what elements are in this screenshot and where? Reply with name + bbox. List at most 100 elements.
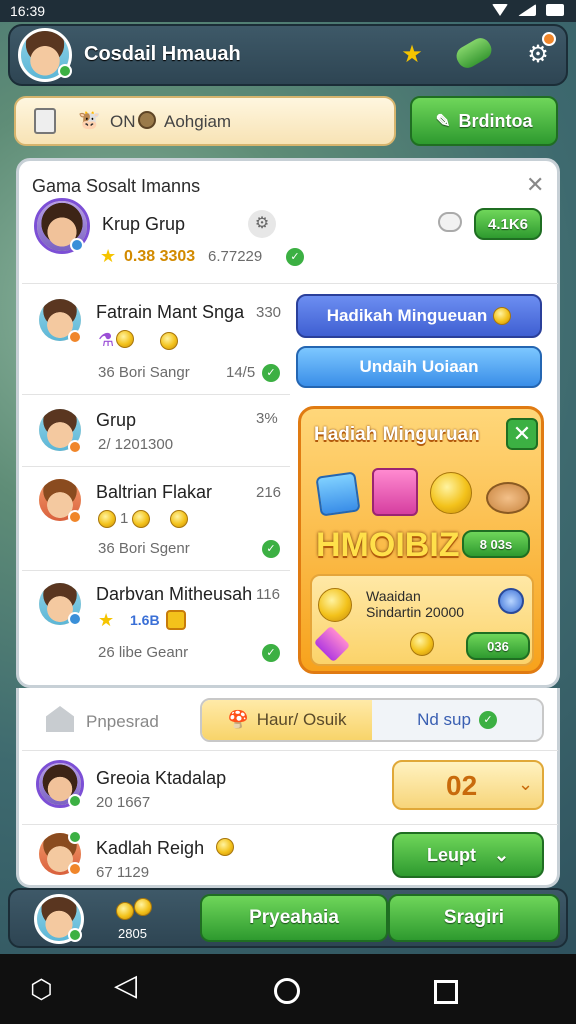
app-title: Cosdail Hmauah [84, 43, 241, 65]
search-bar[interactable]: 🐮 ON Aohgiam [14, 96, 396, 146]
coin-icon [138, 111, 156, 129]
gift-box-icon [372, 468, 418, 516]
footer-bar: 2805 Pryeahaia Sragiri [8, 888, 568, 948]
promo-big-text: HMOIBIZ [316, 526, 460, 564]
divider [22, 750, 558, 751]
row-badge [68, 510, 82, 524]
brdintoa-label: Brdintoa [458, 110, 533, 131]
coin-icon [98, 510, 116, 528]
verified-icon: ✓ [262, 644, 280, 662]
notification-badge [542, 32, 556, 46]
divider [22, 283, 558, 284]
tab-left-label: Haur/ Osuik [256, 710, 347, 729]
group-stats: 0.38 3303 [124, 248, 196, 265]
list-name: Greoia Ktadalap [96, 768, 227, 788]
search-input[interactable]: Aohgiam [164, 112, 231, 132]
weekly-reward-label: Hadikah Mingueuan [326, 306, 488, 325]
footer-button-1[interactable]: Pryeahaia [200, 894, 388, 942]
app-switch-icon[interactable]: ⬡ [30, 974, 53, 1005]
promo-pill-2[interactable]: 036 [466, 632, 530, 660]
close-icon[interactable]: ✕ [506, 418, 538, 450]
tab-left[interactable]: 🍄 Haur/ Osuik [202, 700, 372, 740]
brdintoa-button[interactable]: ✎ Brdintoa [410, 96, 558, 146]
row-badge [68, 440, 82, 454]
row-badge-text: 1.6B [130, 612, 160, 628]
row-name: Baltrian Flakar [96, 482, 213, 502]
tab-bar: 🍄 Haur/ Osuik Nd sup ✓ [200, 698, 544, 742]
online-badge [68, 928, 82, 942]
promo-pill[interactable]: 8 03s [462, 530, 530, 558]
star-icon: ★ [98, 610, 115, 630]
star-icon: ★ [100, 246, 117, 266]
gift-box-icon [315, 471, 361, 517]
status-bar: 16:39 [0, 0, 576, 22]
ticket-icon[interactable] [452, 34, 496, 72]
row-count: 216 [256, 484, 282, 501]
footer-button-2[interactable]: Sragiri [388, 894, 560, 942]
coin-icon [116, 330, 134, 348]
cow-icon: 🐮 [78, 110, 101, 130]
leupt-label: Leupt [426, 844, 476, 865]
row-badge [68, 330, 82, 344]
row-name: Grup [96, 410, 137, 430]
row-count: 330 [256, 304, 282, 321]
potion-icon: ⚗ [98, 330, 115, 350]
row-sub: 36 Bori Sangr [98, 364, 190, 381]
group-name: Krup Grup [102, 214, 186, 234]
row-name: Fatrain Mant Snga [96, 302, 245, 322]
verified-icon: ✓ [262, 364, 280, 382]
divider [22, 570, 290, 571]
coin-icon [116, 902, 134, 920]
divider [22, 824, 558, 825]
gem-icon [498, 588, 524, 614]
star-icon[interactable]: ★ [392, 34, 432, 74]
group-amount: 6.77229 [208, 248, 263, 265]
list-sub: 20 1667 [96, 794, 151, 811]
list-badge [68, 794, 82, 808]
leupt-button[interactable]: Leupt ⌄ [392, 832, 544, 878]
promo-text2: Sindartin 20000 [366, 604, 465, 620]
group-badge [70, 238, 84, 252]
row-coins: 1 [120, 510, 129, 527]
coin-icon [170, 510, 188, 528]
coin-icon [410, 632, 434, 656]
home-icon[interactable] [274, 978, 300, 1004]
coin-count: 2805 [118, 926, 147, 941]
coin-icon [493, 307, 512, 325]
cookie-icon [486, 482, 530, 514]
divider [22, 466, 290, 467]
bag-icon [166, 610, 186, 630]
verified-icon: ✓ [286, 248, 304, 266]
wifi-icon [492, 4, 508, 16]
panel-title: Gama Sosalt Imanns [32, 176, 201, 196]
close-icon[interactable]: ✕ [526, 172, 544, 198]
list-badge [68, 830, 82, 844]
back-icon[interactable]: ◁ [114, 968, 137, 1003]
quantity-select[interactable]: 02 ⌄ [392, 760, 544, 810]
recents-icon[interactable] [434, 980, 458, 1004]
undo-button[interactable]: Undaih Uoiaan [296, 346, 542, 388]
chevron-down-icon: ⌄ [518, 774, 534, 794]
row-sub: 2/ 1201300 [98, 436, 174, 453]
coin-icon [430, 472, 472, 514]
coin-icon [216, 838, 234, 856]
weekly-reward-button[interactable]: Hadikah Mingueuan [296, 294, 542, 338]
row-sub2: 14/5 [226, 364, 256, 381]
row-sub: 26 libe Geanr [98, 644, 189, 661]
search-prefix: ON [110, 112, 136, 131]
verified-icon: ✓ [262, 540, 280, 558]
tab-right[interactable]: Nd sup ✓ [372, 700, 542, 740]
document-icon [34, 108, 56, 134]
top-bar: Cosdail Hmauah ★ ⚙ [8, 24, 568, 86]
home-tab-label[interactable]: Pnpesrad [86, 712, 159, 732]
online-badge [58, 64, 72, 78]
promo-text1: Waaidan [366, 588, 421, 604]
settings-icon[interactable]: ⚙ [248, 210, 276, 238]
coin-icon [160, 332, 178, 350]
group-button[interactable]: 4.1K6 [474, 208, 542, 240]
mushroom-icon: 🍄 [227, 710, 249, 729]
toggle-icon[interactable] [438, 212, 462, 232]
row-sub: 36 Bori Sgenr [98, 540, 190, 557]
coin-icon [134, 898, 152, 916]
list-name: Kadlah Reigh [96, 838, 205, 858]
